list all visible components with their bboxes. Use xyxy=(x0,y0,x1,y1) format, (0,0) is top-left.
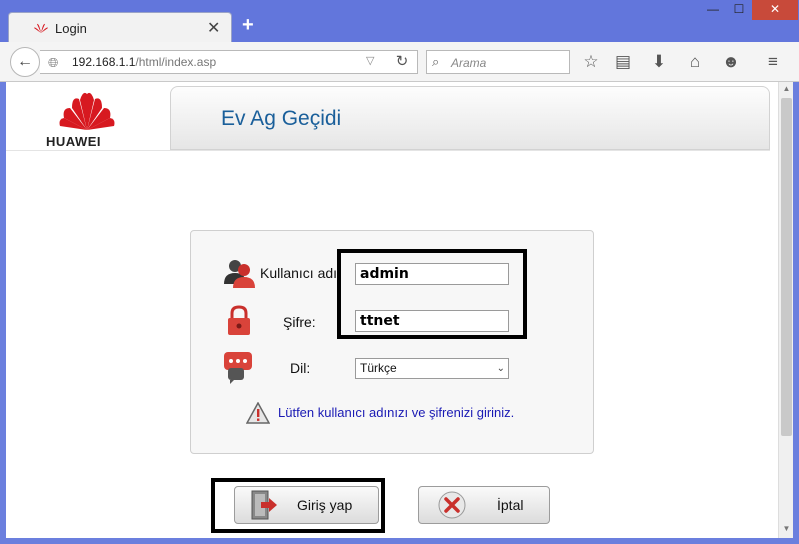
url-text: 192.168.1.1/html/index.asp xyxy=(72,55,217,69)
chat-icon xyxy=(224,352,252,384)
header-band: Ev Ag Geçidi xyxy=(170,86,770,150)
lock-icon xyxy=(228,305,250,335)
download-icon[interactable]: ⬇ xyxy=(648,52,670,74)
minimize-button[interactable]: — xyxy=(700,0,726,20)
users-icon xyxy=(224,260,255,288)
credentials-highlight xyxy=(337,249,527,339)
title-bar: Login ✕ + — ☐ ✕ xyxy=(0,0,799,44)
maximize-button[interactable]: ☐ xyxy=(726,0,752,20)
bookmark-star-icon[interactable]: ☆ xyxy=(580,52,602,74)
search-input[interactable]: ⌕ Arama xyxy=(426,50,570,74)
back-button[interactable]: ← xyxy=(10,47,40,77)
language-select[interactable]: Türkçe ⌄ xyxy=(355,358,509,379)
chevron-down-icon: ⌄ xyxy=(496,363,505,374)
brand-logo: HUAWEI xyxy=(6,86,170,150)
search-icon: ⌕ xyxy=(432,54,440,69)
page-title: Ev Ag Geçidi xyxy=(221,107,342,130)
reload-icon[interactable]: ↻ xyxy=(388,51,416,75)
menu-icon[interactable]: ≡ xyxy=(762,52,784,74)
huawei-favicon-icon xyxy=(34,23,48,33)
search-placeholder: Arama xyxy=(451,56,487,70)
login-button[interactable]: Giriş yap xyxy=(234,486,379,524)
emoji-icon[interactable]: ☻ xyxy=(720,52,742,74)
info-message: Lütfen kullanıcı adınızı ve şifrenizi gi… xyxy=(246,402,546,424)
warning-icon xyxy=(246,402,270,424)
password-label: Şifre: xyxy=(283,314,316,330)
home-icon[interactable]: ⌂ xyxy=(684,52,706,74)
scroll-down-icon[interactable]: ▼ xyxy=(779,524,794,533)
navigation-bar: 🌐︎ 192.168.1.1/html/index.asp ▽ ↻ ← ⌕ Ar… xyxy=(0,42,799,82)
url-dropdown-icon[interactable]: ▽ xyxy=(366,54,374,67)
close-window-button[interactable]: ✕ xyxy=(752,0,798,20)
tab-close-icon[interactable]: ✕ xyxy=(207,18,220,38)
brand-name: HUAWEI xyxy=(46,134,101,149)
cancel-x-icon xyxy=(438,491,466,519)
new-tab-button[interactable]: + xyxy=(242,14,254,37)
message-text: Lütfen kullanıcı adınızı ve şifrenizi gi… xyxy=(278,405,515,420)
page-content: HUAWEI Ev Ag Geçidi Kullanıcı adı: Şifre… xyxy=(6,82,784,538)
back-icon: ← xyxy=(17,53,33,70)
divider xyxy=(6,150,770,151)
reading-list-icon[interactable]: ▤ xyxy=(612,52,634,74)
huawei-logo-icon xyxy=(59,92,115,130)
language-selected: Türkçe xyxy=(360,361,397,375)
language-label: Dil: xyxy=(290,360,311,376)
address-bar[interactable]: 🌐︎ 192.168.1.1/html/index.asp ▽ ↻ xyxy=(40,50,418,74)
browser-tab[interactable]: Login ✕ xyxy=(8,12,232,44)
globe-icon: 🌐︎ xyxy=(48,55,59,70)
scroll-thumb[interactable] xyxy=(781,98,792,436)
cancel-button[interactable]: İptal xyxy=(418,486,550,524)
vertical-scrollbar[interactable]: ▲ ▼ xyxy=(778,82,793,538)
scroll-up-icon[interactable]: ▲ xyxy=(779,84,794,93)
login-button-label: Giriş yap xyxy=(297,497,353,513)
tab-title: Login xyxy=(55,21,87,36)
cancel-button-label: İptal xyxy=(497,497,524,513)
username-label: Kullanıcı adı: xyxy=(260,265,341,281)
browser-window: Login ✕ + — ☐ ✕ 🌐︎ 192.168.1.1/html/inde… xyxy=(0,0,799,544)
enter-door-icon xyxy=(251,490,277,520)
